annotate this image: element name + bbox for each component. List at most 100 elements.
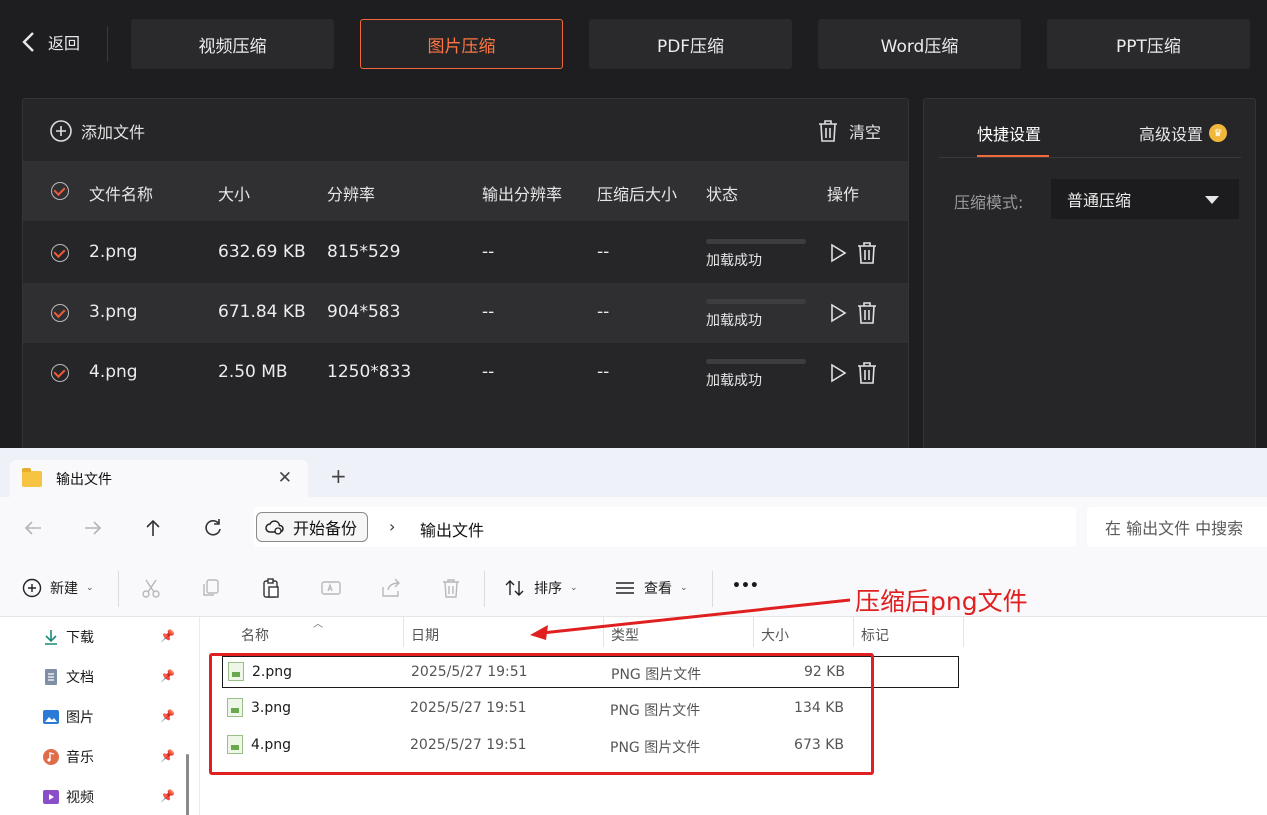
status-text: 加载成功 (706, 313, 762, 329)
row-checkbox[interactable] (51, 364, 69, 382)
sidebar-item-label: 视频 (66, 790, 94, 806)
tab-advanced-settings[interactable]: 高级设置 ♛ (1139, 121, 1228, 145)
column-header: 文件名称 (89, 185, 154, 204)
new-button[interactable]: 新建 ⌄ (22, 578, 94, 598)
sidebar-item-documents[interactable]: 文档 (42, 667, 94, 687)
file-resolution: 1250*833 (327, 362, 412, 382)
tab-quick-settings[interactable]: 快捷设置 (977, 121, 1041, 145)
trash-icon[interactable] (856, 361, 878, 385)
file-size: 673 KB (794, 737, 844, 753)
paste-icon[interactable] (260, 577, 282, 599)
select-all-checkbox[interactable] (51, 182, 69, 200)
file-name: 4.png (251, 737, 292, 753)
sidebar-scrollbar[interactable] (186, 754, 189, 815)
file-size: 2.50 MB (218, 362, 288, 382)
pin-icon[interactable]: 📌 (160, 629, 175, 643)
file-row[interactable]: 4.png 2025/5/27 19:51 PNG 图片文件 673 KB (222, 730, 959, 762)
tab-word-compress[interactable]: Word压缩 (818, 19, 1021, 69)
address-bar[interactable]: 开始备份 › 输出文件 (254, 507, 1076, 547)
table-row[interactable]: 4.png 2.50 MB 1250*833 -- -- 加载成功 (23, 343, 908, 403)
progress-bar (706, 359, 806, 364)
column-header-tags[interactable]: 标记 (861, 625, 889, 645)
sidebar-item-label: 音乐 (66, 750, 94, 766)
status: 加载成功 (706, 299, 806, 330)
back-button[interactable]: 返回 (20, 30, 80, 54)
cut-icon[interactable] (140, 577, 162, 599)
file-row[interactable]: 2.png 2025/5/27 19:51 PNG 图片文件 92 KB (222, 656, 959, 688)
png-file-icon (227, 735, 243, 754)
chevron-right-icon: › (389, 517, 396, 536)
column-header: 分辨率 (327, 185, 376, 204)
breadcrumb-current[interactable]: 输出文件 (420, 517, 484, 541)
new-tab-plus-icon[interactable]: + (330, 464, 347, 488)
pin-icon[interactable]: 📌 (160, 749, 175, 763)
breadcrumb-root[interactable]: 开始备份 (256, 512, 369, 542)
row-checkbox[interactable] (51, 304, 69, 322)
file-list-panel: 添加文件 清空 文件名称 大小 分辨率 输出分辨率 压缩后大小 状态 操作 2.… (22, 98, 909, 458)
column-header-date[interactable]: 日期 (411, 625, 439, 645)
settings-panel: 快捷设置 高级设置 ♛ 压缩模式: 普通压缩 (923, 98, 1256, 458)
sidebar-item-label: 下载 (66, 630, 94, 646)
search-input[interactable]: 在 输出文件 中搜索 (1087, 507, 1267, 547)
status-text: 加载成功 (706, 373, 762, 389)
refresh-icon[interactable] (202, 517, 224, 539)
file-size: 632.69 KB (218, 242, 306, 262)
folder-icon (22, 467, 42, 487)
rename-icon[interactable] (320, 577, 342, 599)
file-date: 2025/5/27 19:51 (410, 700, 527, 716)
trash-icon[interactable] (856, 301, 878, 325)
compress-mode-value: 普通压缩 (1067, 191, 1132, 210)
tab-video-compress[interactable]: 视频压缩 (131, 19, 334, 69)
share-icon[interactable] (380, 577, 402, 599)
divider (107, 26, 108, 62)
column-header-name[interactable]: 名称 (241, 625, 269, 645)
sidebar-item-videos[interactable]: 视频 (42, 787, 94, 807)
output-resolution: -- (482, 302, 495, 322)
pin-icon[interactable]: 📌 (160, 789, 175, 803)
add-file-button[interactable]: 添加文件 (49, 119, 145, 143)
chevron-left-icon (22, 32, 34, 52)
compress-mode-select[interactable]: 普通压缩 (1051, 179, 1239, 219)
table-header: 文件名称 大小 分辨率 输出分辨率 压缩后大小 状态 操作 (23, 161, 908, 221)
music-icon (43, 749, 59, 765)
explorer-tab[interactable]: 输出文件 ✕ (10, 460, 308, 497)
play-icon[interactable] (827, 241, 849, 265)
arrow-left-icon[interactable] (22, 517, 44, 539)
delete-icon[interactable] (440, 577, 462, 599)
cloud-sync-icon (265, 520, 284, 535)
tab-pdf-compress[interactable]: PDF压缩 (589, 19, 792, 69)
sidebar-item-pictures[interactable]: 图片 (42, 707, 94, 727)
trash-icon[interactable] (856, 241, 878, 265)
file-date: 2025/5/27 19:51 (410, 737, 527, 753)
sidebar-item-music[interactable]: 音乐 (42, 747, 94, 767)
png-file-icon (228, 662, 244, 681)
annotation-text: 压缩后png文件 (855, 587, 1028, 616)
copy-icon[interactable] (200, 577, 222, 599)
file-name: 2.png (252, 664, 293, 680)
play-icon[interactable] (827, 301, 849, 325)
output-resolution: -- (482, 242, 495, 262)
play-icon[interactable] (827, 361, 849, 385)
arrow-right-icon[interactable] (82, 517, 104, 539)
file-name: 3.png (89, 302, 138, 322)
table-row[interactable]: 3.png 671.84 KB 904*583 -- -- 加载成功 (23, 283, 908, 343)
pin-icon[interactable]: 📌 (160, 669, 175, 683)
clear-button[interactable]: 清空 (817, 119, 881, 143)
pin-icon[interactable]: 📌 (160, 709, 175, 723)
row-checkbox[interactable] (51, 244, 69, 262)
tab-image-compress[interactable]: 图片压缩 (360, 19, 563, 69)
column-header: 状态 (706, 185, 739, 204)
tab-ppt-compress[interactable]: PPT压缩 (1047, 19, 1250, 69)
file-row[interactable]: 3.png 2025/5/27 19:51 PNG 图片文件 134 KB (222, 693, 959, 725)
table-row[interactable]: 2.png 632.69 KB 815*529 -- -- 加载成功 (23, 223, 908, 283)
compress-mode-label: 压缩模式: (954, 193, 1024, 212)
arrow-up-icon[interactable] (142, 517, 164, 539)
close-icon[interactable]: ✕ (278, 468, 292, 488)
sidebar-item-downloads[interactable]: 下载 (42, 627, 94, 647)
status: 加载成功 (706, 359, 806, 390)
explorer-tab-title: 输出文件 (56, 471, 112, 488)
sidebar-item-label: 文档 (66, 670, 94, 686)
column-header: 操作 (827, 185, 860, 204)
annotation-arrow (530, 598, 851, 640)
trash-icon (819, 120, 837, 142)
